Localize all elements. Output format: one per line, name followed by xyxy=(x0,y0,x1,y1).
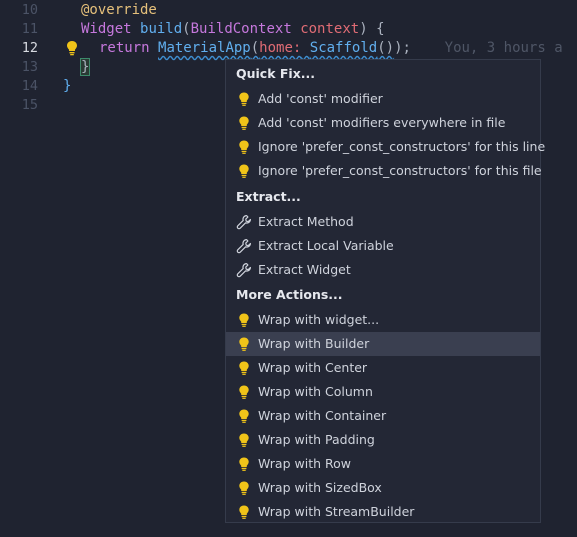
decorator-token: @override xyxy=(81,2,157,18)
code-text: Widget build(BuildContext context) { xyxy=(81,21,385,37)
line-number-active: 12 xyxy=(21,40,38,56)
menu-item-label: Extract Method xyxy=(258,214,354,229)
lightbulb-icon xyxy=(239,385,249,399)
menu-item-label: Ignore 'prefer_const_constructors' for t… xyxy=(258,163,542,178)
keyword-token: return xyxy=(99,40,150,56)
menu-item-extract-local-variable[interactable]: Extract Local Variable xyxy=(226,234,540,258)
lightbulb-icon xyxy=(239,313,249,327)
menu-item-add-const-everywhere[interactable]: Add 'const' modifiers everywhere in file xyxy=(226,111,540,135)
menu-item-label: Wrap with Container xyxy=(258,408,387,423)
menu-item-wrap-sizedbox[interactable]: Wrap with SizedBox xyxy=(226,476,540,500)
code-text: } xyxy=(79,58,91,77)
menu-item-wrap-builder[interactable]: Wrap with Builder xyxy=(226,332,540,356)
lightbulb-icon xyxy=(239,505,249,519)
menu-item-wrap-streambuilder[interactable]: Wrap with StreamBuilder xyxy=(226,500,540,524)
lightbulb-icon xyxy=(239,92,249,106)
menu-item-ignore-file[interactable]: Ignore 'prefer_const_constructors' for t… xyxy=(226,159,542,183)
closing-brace: } xyxy=(63,78,72,94)
menu-item-wrap-center[interactable]: Wrap with Center xyxy=(226,356,540,380)
type-token: Widget xyxy=(81,21,132,37)
menu-item-label: Add 'const' modifier xyxy=(258,91,383,106)
menu-item-ignore-line[interactable]: Ignore 'prefer_const_constructors' for t… xyxy=(226,135,545,159)
menu-item-label: Wrap with Column xyxy=(258,384,373,399)
menu-item-extract-widget[interactable]: Extract Widget xyxy=(226,258,540,282)
menu-item-wrap-container[interactable]: Wrap with Container xyxy=(226,404,540,428)
menu-item-label: Add 'const' modifiers everywhere in file xyxy=(258,115,506,130)
param-token: context xyxy=(300,21,360,37)
menu-item-label: Wrap with Center xyxy=(258,360,368,375)
menu-item-wrap-row[interactable]: Wrap with Row xyxy=(226,452,540,476)
section-title-quick-fix: Quick Fix... xyxy=(236,66,316,81)
code-text: } xyxy=(63,77,71,96)
param-type-token: BuildContext xyxy=(190,21,292,37)
menu-item-label: Extract Local Variable xyxy=(258,238,394,253)
menu-item-wrap-padding[interactable]: Wrap with Padding xyxy=(226,428,540,452)
lightbulb-icon[interactable] xyxy=(66,40,78,56)
code-actions-menu: Quick Fix... Add 'const' modifier Add 'c… xyxy=(225,59,545,524)
menu-item-wrap-widget[interactable]: Wrap with widget... xyxy=(226,308,540,332)
wrench-icon xyxy=(236,239,251,254)
wrench-icon xyxy=(236,215,251,230)
menu-item-extract-method[interactable]: Extract Method xyxy=(226,210,540,234)
matched-brace: } xyxy=(79,58,91,76)
menu-item-wrap-column[interactable]: Wrap with Column xyxy=(226,380,540,404)
lightbulb-icon xyxy=(239,116,249,130)
menu-item-label: Wrap with SizedBox xyxy=(258,480,382,495)
lightbulb-icon xyxy=(239,361,249,375)
lightbulb-icon xyxy=(239,481,249,495)
menu-item-label: Wrap with StreamBuilder xyxy=(258,504,415,519)
wrench-icon xyxy=(236,263,251,278)
menu-item-label: Wrap with Padding xyxy=(258,432,375,447)
section-title-more-actions: More Actions... xyxy=(236,287,343,302)
named-arg-token: home: xyxy=(259,40,302,56)
line-number: 11 xyxy=(21,21,38,37)
line-number: 13 xyxy=(21,59,38,75)
code-line-11[interactable]: 11 Widget build(BuildContext context) { xyxy=(0,20,577,39)
menu-item-label: Extract Widget xyxy=(258,262,351,277)
menu-item-label: Wrap with widget... xyxy=(258,312,380,327)
menu-item-label: Wrap with Row xyxy=(258,456,351,471)
lightbulb-icon xyxy=(239,140,249,154)
lightbulb-icon xyxy=(239,409,249,423)
tail-token: ) { xyxy=(359,21,385,37)
section-title-extract: Extract... xyxy=(236,189,301,204)
inner-call-token: Scaffold xyxy=(309,40,378,56)
line-number: 15 xyxy=(21,97,38,113)
code-line-10[interactable]: 10 @override xyxy=(0,1,577,20)
function-token: MaterialApp xyxy=(158,40,251,56)
menu-item-add-const[interactable]: Add 'const' modifier xyxy=(226,87,540,111)
line-number: 14 xyxy=(21,78,38,94)
menu-item-label: Wrap with Builder xyxy=(258,336,370,351)
code-line-12[interactable]: 12 return MaterialApp(home: Scaffold());… xyxy=(0,39,577,58)
menu-item-label: Ignore 'prefer_const_constructors' for t… xyxy=(258,139,546,154)
lightbulb-icon xyxy=(239,457,249,471)
function-token: build xyxy=(140,21,183,37)
lightbulb-icon xyxy=(239,164,249,178)
lightbulb-icon xyxy=(239,433,249,447)
line-number: 10 xyxy=(21,2,38,18)
lightbulb-icon xyxy=(239,337,249,351)
git-blame-hint: You, 3 hours a xyxy=(444,40,563,56)
code-text: return MaterialApp(home: Scaffold()); Yo… xyxy=(99,40,563,56)
code-text: @override xyxy=(81,1,157,20)
